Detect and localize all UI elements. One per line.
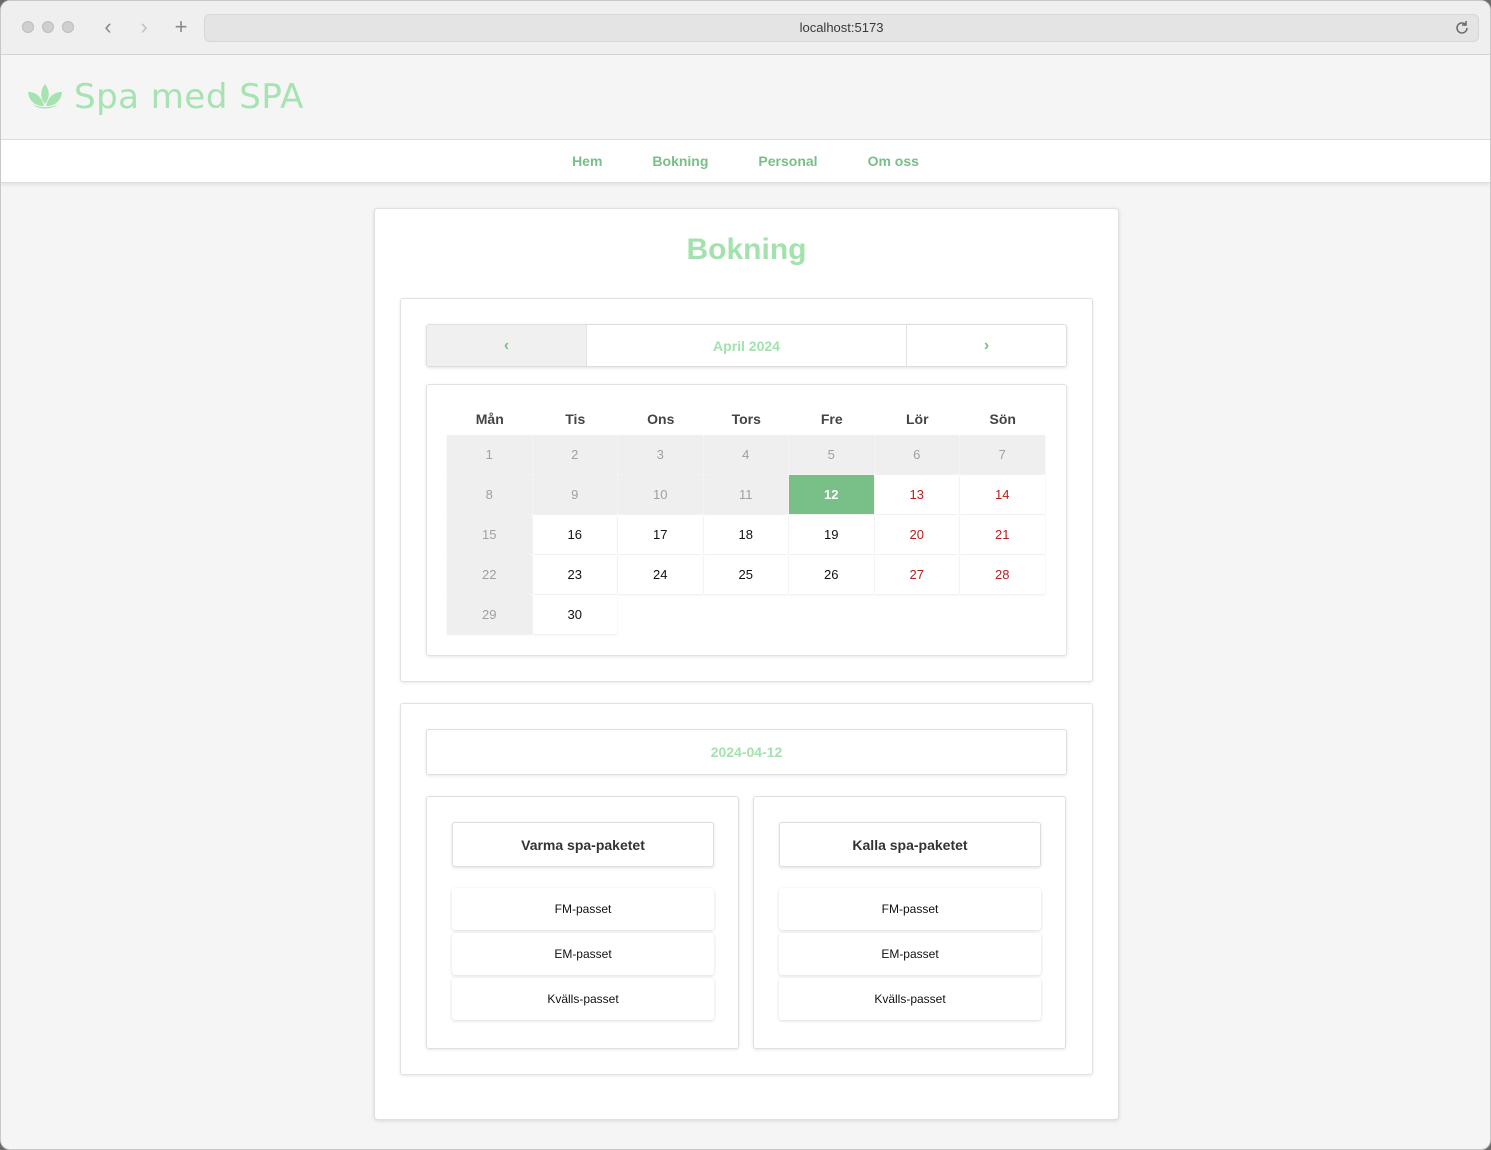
weekday-label: Lör — [905, 411, 929, 427]
day-cell: 5 — [789, 435, 874, 474]
selected-date: 2024-04-12 — [426, 729, 1067, 775]
slot-button-kvall[interactable]: Kvälls-passet — [452, 978, 714, 1020]
day-cell: 1 — [447, 435, 532, 474]
package-card-kalla: Kalla spa-paketet FM-passet EM-passet Kv… — [753, 796, 1066, 1049]
slot-button-em[interactable]: EM-passet — [452, 933, 714, 975]
day-cell: 4 — [703, 435, 788, 474]
calendar-grid: Mån Tis Ons Tors Fre Lör Sön 1 2 3 4 5 6 7 8 9 10… — [426, 384, 1067, 656]
day-cell: 15 — [447, 515, 532, 554]
weekday-header: Mån Tis Ons Tors Fre Lör Sön — [447, 411, 1046, 427]
minimize-window-button[interactable] — [42, 21, 54, 33]
package-card-varma: Varma spa-paketet FM-passet EM-passet Kv… — [426, 796, 739, 1049]
calendar-panel: ‹ April 2024 › Mån Tis Ons Tors Fre Lör … — [400, 298, 1093, 682]
month-navigator: ‹ April 2024 › — [426, 324, 1067, 367]
day-cell[interactable]: 26 — [789, 555, 874, 594]
day-cell[interactable]: 21 — [960, 515, 1045, 554]
slot-button-em[interactable]: EM-passet — [779, 933, 1041, 975]
day-cell[interactable]: 14 — [960, 475, 1045, 514]
day-cell[interactable]: 28 — [960, 555, 1045, 594]
day-cell: 29 — [447, 595, 532, 634]
window-controls — [22, 21, 74, 33]
booking-card: Bokning ‹ April 2024 › Mån Tis Ons Tors … — [374, 208, 1119, 1120]
day-cell[interactable]: 25 — [703, 555, 788, 594]
new-tab-plus-icon[interactable]: + — [169, 15, 193, 41]
address-text: localhost:5173 — [799, 20, 884, 35]
package-title: Varma spa-paketet — [452, 822, 714, 867]
package-title: Kalla spa-paketet — [779, 822, 1041, 867]
nav-link-hem[interactable]: Hem — [572, 153, 602, 169]
day-cell[interactable]: 24 — [618, 555, 703, 594]
day-cell[interactable]: 23 — [532, 555, 617, 594]
day-cell[interactable]: 20 — [874, 515, 959, 554]
zoom-window-button[interactable] — [62, 21, 74, 33]
booking-panel: 2024-04-12 Varma spa-paketet FM-passet E… — [400, 703, 1093, 1075]
next-month-button[interactable]: › — [906, 325, 1066, 366]
browser-window: ‹ › + localhost:5173 Spa med SPA Hem Bok… — [0, 0, 1491, 1150]
site-header: Spa med SPA — [1, 55, 1490, 139]
logo-text: Spa med SPA — [74, 77, 304, 117]
nav-link-personal[interactable]: Personal — [758, 153, 817, 169]
weekday-label: Ons — [647, 411, 675, 427]
reload-icon[interactable] — [1452, 18, 1472, 38]
page-title: Bokning — [686, 233, 807, 266]
day-cells: 1 2 3 4 5 6 7 8 9 10 11 12 13 14 15 16 17 18 19 20 21 22 23 24 2… — [447, 435, 1046, 635]
close-window-button[interactable] — [22, 21, 34, 33]
browser-toolbar: ‹ › + localhost:5173 — [1, 1, 1490, 55]
previous-month-button[interactable]: ‹ — [427, 325, 587, 366]
day-cell: 22 — [447, 555, 532, 594]
day-cell[interactable]: 19 — [789, 515, 874, 554]
day-cell: 11 — [703, 475, 788, 514]
month-label: April 2024 — [587, 325, 906, 366]
site-logo[interactable]: Spa med SPA — [26, 77, 304, 117]
day-cell: 10 — [618, 475, 703, 514]
forward-arrow-icon[interactable]: › — [132, 15, 156, 41]
weekday-label: Fre — [820, 411, 843, 427]
day-cell[interactable]: 27 — [874, 555, 959, 594]
slot-button-fm[interactable]: FM-passet — [452, 888, 714, 930]
address-bar[interactable]: localhost:5173 — [204, 14, 1479, 42]
day-cell[interactable]: 13 — [874, 475, 959, 514]
nav-link-bokning[interactable]: Bokning — [652, 153, 708, 169]
weekday-label: Tis — [565, 411, 586, 427]
day-cell: 7 — [960, 435, 1045, 474]
main-nav: Hem Bokning Personal Om oss — [1, 139, 1490, 183]
day-cell[interactable]: 30 — [532, 595, 617, 634]
slot-button-kvall[interactable]: Kvälls-passet — [779, 978, 1041, 1020]
day-cell: 3 — [618, 435, 703, 474]
day-cell[interactable]: 18 — [703, 515, 788, 554]
slot-button-fm[interactable]: FM-passet — [779, 888, 1041, 930]
weekday-label: Sön — [989, 411, 1016, 427]
weekday-label: Tors — [731, 411, 761, 427]
back-arrow-icon[interactable]: ‹ — [96, 15, 120, 41]
day-cell-selected[interactable]: 12 — [789, 475, 874, 514]
day-cell: 6 — [874, 435, 959, 474]
day-cell[interactable]: 17 — [618, 515, 703, 554]
day-cell: 9 — [532, 475, 617, 514]
weekday-label: Mån — [475, 411, 504, 427]
lotus-icon — [28, 84, 62, 109]
day-cell: 2 — [532, 435, 617, 474]
day-cell[interactable]: 16 — [532, 515, 617, 554]
day-cell: 8 — [447, 475, 532, 514]
nav-link-om-oss[interactable]: Om oss — [868, 153, 919, 169]
